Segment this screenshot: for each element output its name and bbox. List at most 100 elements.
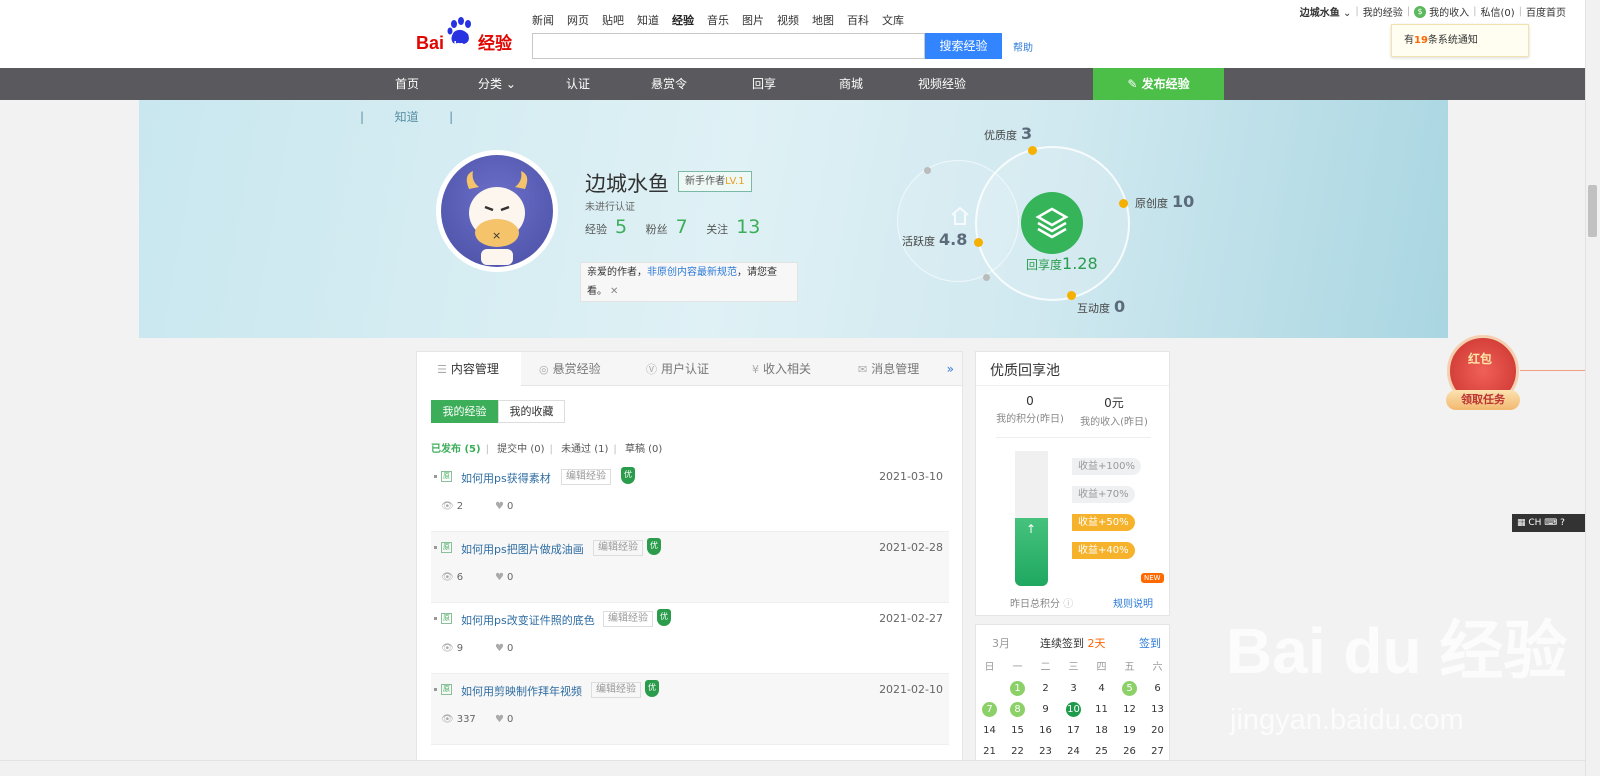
- main-nav-item[interactable]: 分类 ⌄: [452, 68, 542, 100]
- calendar-day[interactable]: 5: [1116, 678, 1143, 699]
- product-nav-item[interactable]: 经验: [672, 12, 694, 28]
- close-icon[interactable]: ✕: [610, 286, 618, 297]
- vertical-scrollbar[interactable]: [1585, 0, 1600, 776]
- baidu-jingyan-logo[interactable]: Bai du 经验: [416, 16, 524, 56]
- exp-count[interactable]: 5: [615, 216, 627, 238]
- filter-rejected[interactable]: 未通过 (1): [561, 444, 608, 455]
- messages-link[interactable]: 私信(0): [1480, 4, 1514, 19]
- tab-income[interactable]: ¥ 收入相关: [752, 352, 811, 386]
- claim-task-button[interactable]: 领取任务: [1446, 390, 1520, 410]
- subtab-my-experience[interactable]: 我的经验: [431, 400, 498, 423]
- tab-content-management[interactable]: ☰ 内容管理: [417, 352, 521, 387]
- calendar-day[interactable]: 18: [1088, 720, 1115, 741]
- calendar-day[interactable]: 22: [1004, 741, 1031, 762]
- tab-certification[interactable]: Ⓥ 用户认证: [646, 352, 709, 386]
- experience-title-link[interactable]: 如何用ps改变证件照的底色: [461, 612, 595, 628]
- breadcrumb-zhidao[interactable]: 知道: [395, 110, 419, 124]
- share-score-core[interactable]: [1021, 192, 1083, 254]
- calendar-day[interactable]: 26: [1116, 741, 1143, 762]
- product-nav-item[interactable]: 音乐: [707, 12, 729, 28]
- horizontal-scrollbar[interactable]: [0, 760, 1585, 776]
- calendar-day[interactable]: 17: [1060, 720, 1087, 741]
- search-input[interactable]: [532, 33, 925, 59]
- pen-icon: ✎: [1127, 77, 1142, 91]
- like-count-value: 0: [506, 501, 514, 512]
- product-nav-item[interactable]: 地图: [812, 12, 834, 28]
- main-nav-item[interactable]: 回享: [719, 68, 809, 100]
- calendar-day[interactable]: 2: [1032, 678, 1059, 699]
- experience-title-link[interactable]: 如何用ps获得素材: [461, 470, 551, 486]
- scrollbar-thumb[interactable]: [1588, 185, 1597, 237]
- search-button[interactable]: 搜索经验: [925, 33, 1002, 59]
- filter-published[interactable]: 已发布 (5): [431, 444, 481, 455]
- calendar-day[interactable]: 7: [976, 699, 1003, 720]
- main-nav-item[interactable]: 认证: [533, 68, 623, 100]
- calendar-day[interactable]: 16: [1032, 720, 1059, 741]
- main-nav-item[interactable]: 视频经验: [897, 68, 987, 100]
- edit-experience-button[interactable]: 编辑经验: [561, 469, 611, 485]
- rank-badge[interactable]: 新手作者LV.1: [678, 171, 752, 192]
- product-nav-item[interactable]: 贴吧: [602, 12, 624, 28]
- calendar-day[interactable]: 8: [1004, 699, 1031, 720]
- calendar-day[interactable]: 6: [1144, 678, 1171, 699]
- calendar-day[interactable]: 19: [1116, 720, 1143, 741]
- calendar-day[interactable]: 27: [1144, 741, 1171, 762]
- subtab-favorites[interactable]: 我的收藏: [498, 400, 565, 423]
- edit-experience-button[interactable]: 编辑经验: [593, 540, 643, 556]
- calendar-day[interactable]: 15: [1004, 720, 1031, 741]
- calendar-day[interactable]: 1: [1004, 678, 1031, 699]
- calendar-day[interactable]: 11: [1088, 699, 1115, 720]
- calendar-day[interactable]: 13: [1144, 699, 1171, 720]
- following-count[interactable]: 13: [736, 216, 760, 238]
- publish-experience-button[interactable]: ✎ 发布经验: [1093, 68, 1224, 100]
- rules-link[interactable]: 规则说明: [1113, 595, 1153, 610]
- product-nav-item[interactable]: 图片: [742, 12, 764, 28]
- baidu-home-link[interactable]: 百度首页: [1526, 4, 1566, 19]
- calendar-day[interactable]: 3: [1060, 678, 1087, 699]
- tabs-more-button[interactable]: »: [947, 352, 954, 386]
- system-notice-popup[interactable]: 有19条系统通知: [1391, 24, 1529, 57]
- policy-link[interactable]: 非原创内容最新规范: [647, 267, 737, 278]
- tab-bounty[interactable]: ◎ 悬赏经验: [539, 352, 601, 386]
- calendar-day[interactable]: 25: [1088, 741, 1115, 762]
- calendar-day-number: 8: [1010, 702, 1025, 717]
- product-nav-item[interactable]: 网页: [567, 12, 589, 28]
- avatar[interactable]: ×: [436, 150, 558, 272]
- ime-mode[interactable]: CH: [1528, 518, 1541, 528]
- product-nav-item[interactable]: 文库: [882, 12, 904, 28]
- calendar-day[interactable]: 21: [976, 741, 1003, 762]
- question-icon[interactable]: ⓘ: [1063, 599, 1073, 610]
- filter-submitting[interactable]: 提交中 (0): [497, 444, 544, 455]
- product-nav-item[interactable]: 视频: [777, 12, 799, 28]
- product-nav-item[interactable]: 新闻: [532, 12, 554, 28]
- experience-title-link[interactable]: 如何用剪映制作拜年视频: [461, 683, 582, 699]
- help-icon[interactable]: ?: [1560, 518, 1565, 528]
- my-income-link[interactable]: 我的收入: [1429, 4, 1469, 19]
- experience-title-link[interactable]: 如何用ps把图片做成油画: [461, 541, 584, 557]
- product-nav-item[interactable]: 百科: [847, 12, 869, 28]
- username-menu[interactable]: 边城水鱼 ⌄: [1300, 4, 1352, 19]
- tab-messages[interactable]: ✉ 消息管理: [858, 352, 919, 386]
- calendar-day[interactable]: 4: [1088, 678, 1115, 699]
- calendar-day[interactable]: 23: [1032, 741, 1059, 762]
- help-link[interactable]: 帮助: [1013, 39, 1033, 54]
- fans-count[interactable]: 7: [676, 216, 688, 238]
- main-nav-item[interactable]: 首页: [362, 68, 452, 100]
- edit-experience-button[interactable]: 编辑经验: [591, 682, 641, 698]
- calendar-day[interactable]: 12: [1116, 699, 1143, 720]
- edit-experience-button[interactable]: 编辑经验: [603, 611, 653, 627]
- keyboard-icon[interactable]: ⌨: [1541, 518, 1560, 528]
- main-nav-item[interactable]: 悬赏令: [624, 68, 714, 100]
- calendar-day[interactable]: 20: [1144, 720, 1171, 741]
- calendar-day[interactable]: 9: [1032, 699, 1059, 720]
- weekday-header: 四: [1096, 662, 1107, 673]
- main-nav-item[interactable]: 商城: [806, 68, 896, 100]
- username[interactable]: 边城水鱼: [1300, 8, 1340, 19]
- my-exp-link[interactable]: 我的经验: [1363, 4, 1403, 19]
- product-nav-item[interactable]: 知道: [637, 12, 659, 28]
- sign-in-button[interactable]: 签到: [1139, 635, 1161, 651]
- calendar-day[interactable]: 10: [1060, 699, 1087, 720]
- calendar-day[interactable]: 24: [1060, 741, 1087, 762]
- calendar-day[interactable]: 14: [976, 720, 1003, 741]
- filter-drafts[interactable]: 草稿 (0): [625, 444, 662, 455]
